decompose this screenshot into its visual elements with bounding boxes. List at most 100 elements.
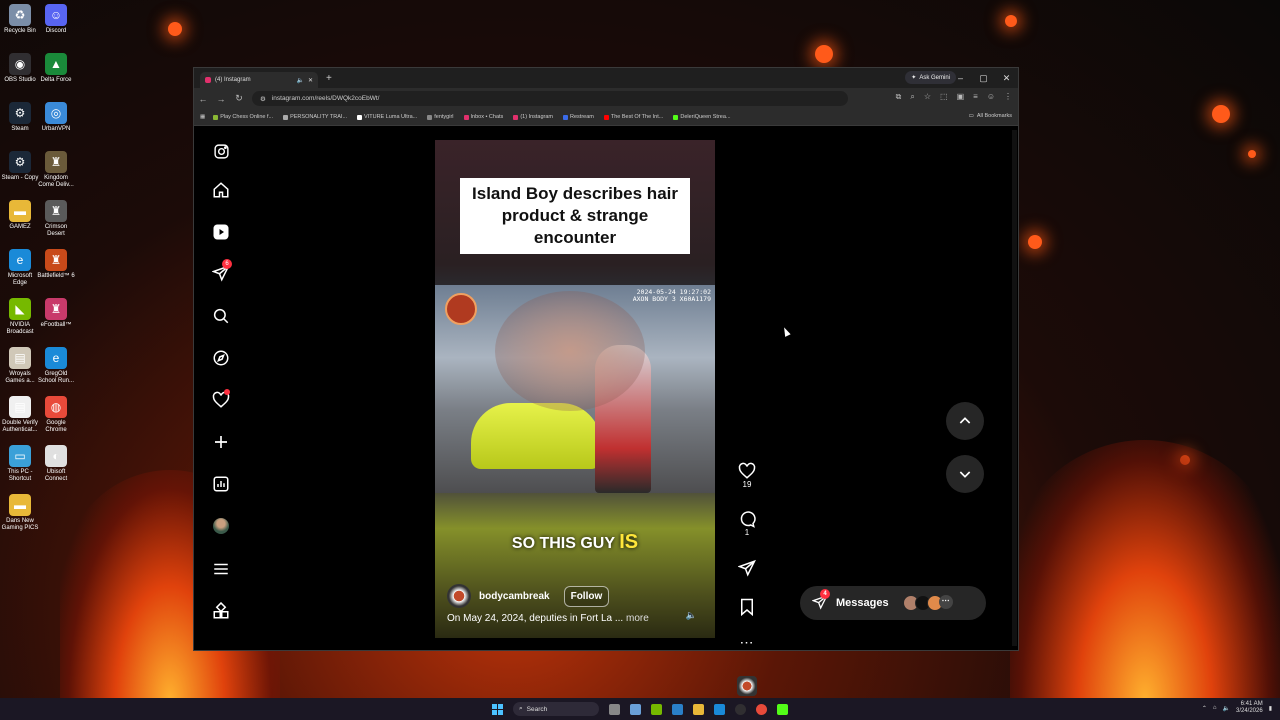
explore-icon[interactable] (210, 347, 232, 369)
menu-icon[interactable]: ⋮ (1004, 92, 1012, 102)
desktop-shortcut[interactable]: ♜ Crimson Desert (36, 200, 76, 238)
chrome-taskbar-icon[interactable] (756, 703, 767, 715)
search-icon[interactable] (210, 305, 232, 327)
obs-taskbar-icon[interactable] (735, 703, 746, 715)
messages-pill[interactable]: 4 Messages ⋯ (800, 586, 986, 620)
back-icon[interactable]: ← (194, 94, 212, 104)
reload-icon[interactable]: ↻ (230, 93, 248, 104)
notifications-icon[interactable]: ▮ (1269, 705, 1272, 712)
desktop-shortcut[interactable]: ◉ OBS Studio (0, 53, 40, 84)
reels-icon[interactable] (210, 221, 232, 243)
bookmark-item[interactable]: The Best Of The Int... (603, 114, 663, 120)
browser-tab[interactable]: (4) Instagram 🔈 ✕ (200, 72, 318, 88)
tab-audio-icon[interactable]: 🔈 (296, 77, 303, 84)
desktop-shortcut[interactable]: ▭ This PC - Shortcut (0, 445, 40, 483)
desktop-shortcut[interactable]: ⚙ Steam (0, 102, 40, 133)
bookmark-item[interactable]: DeleriQueen Strea... (673, 114, 731, 120)
more-options-icon[interactable]: ⋯ (734, 634, 760, 651)
network-icon[interactable]: ⌂ (1213, 705, 1217, 711)
media-icon[interactable]: ≡ (973, 92, 978, 102)
desktop-shortcut[interactable]: ♜ Kingdom Come Deliv... (36, 151, 76, 189)
desktop-shortcut[interactable]: ◎ UrbanVPN (36, 102, 76, 133)
edge-taskbar-icon[interactable] (714, 703, 725, 715)
more-menu-icon[interactable] (210, 558, 232, 580)
all-bookmarks[interactable]: ▭ All Bookmarks (969, 113, 1012, 119)
sidebar-icon[interactable]: ▣ (957, 92, 965, 102)
desktop-shortcut[interactable]: ▬ GAMEZ (0, 200, 40, 231)
site-info-icon[interactable]: ⚙ (260, 95, 266, 103)
home-icon[interactable] (210, 179, 232, 201)
apps-icon[interactable]: ▦ (200, 114, 205, 120)
minimize-icon[interactable]: – (949, 68, 972, 88)
author-avatar[interactable] (447, 584, 471, 608)
desktop-shortcut[interactable]: ♻ Recycle Bin (0, 4, 40, 35)
desktop-shortcut[interactable]: ▬ Dans New Gaming PICS (0, 494, 40, 532)
desktop-shortcut[interactable]: ♜ eFootball™ (36, 298, 76, 329)
clock[interactable]: 6:41 AM 3/24/2026 (1236, 701, 1263, 715)
desktop-shortcut[interactable]: ▤ Wroyals Games a... (0, 347, 40, 385)
desktop-shortcut[interactable]: e GregOld School Run... (36, 347, 76, 385)
desktop-shortcut[interactable]: e Microsoft Edge (0, 249, 40, 287)
reel-description[interactable]: On May 24, 2024, deputies in Fort La ...… (447, 613, 649, 624)
reel-video[interactable]: Island Boy describes hair product & stra… (435, 140, 715, 638)
file-explorer-icon[interactable] (693, 703, 704, 715)
zoom-icon[interactable]: ⌕ (910, 92, 914, 102)
next-reel-button[interactable] (946, 455, 984, 493)
desktop-shortcut[interactable]: ▲ Delta Force (36, 53, 76, 84)
nvidia-app-icon[interactable] (651, 703, 662, 715)
desktop-shortcut[interactable]: ☺ Discord (36, 4, 76, 35)
task-view-icon[interactable] (609, 703, 620, 715)
desktop-shortcut[interactable]: ◣ NVIDIA Broadcast (0, 298, 40, 336)
profile-avatar[interactable] (210, 515, 232, 537)
bookmark-item[interactable]: Play Chess Online f... (213, 114, 273, 120)
bookmark-item[interactable]: fentygirl (427, 114, 454, 120)
bookmark-star-icon[interactable]: ☆ (924, 92, 931, 102)
taskbar-search[interactable]: ⌕ Search (513, 702, 599, 716)
desktop-shortcut[interactable]: ◍ Google Chrome (36, 396, 76, 434)
author-username[interactable]: bodycambreak (479, 591, 550, 602)
page-scrollbar[interactable] (1012, 130, 1017, 646)
start-windows-icon[interactable] (492, 703, 503, 715)
bookmark-item[interactable]: VITURE Luma Ultra... (357, 114, 417, 120)
url-field[interactable]: ⚙ instagram.com/reels/DWQk2coEbWt/ (252, 91, 848, 106)
more-link[interactable]: more (626, 613, 649, 624)
follow-button[interactable]: Follow (563, 585, 610, 607)
bookmark-item[interactable]: PERSONALITY TRAI... (283, 114, 347, 120)
maximize-icon[interactable]: ▢ (972, 68, 995, 88)
bookmark-item[interactable]: Inbox • Chats (463, 114, 503, 120)
page-content: 6 Island Boy describes hair product & st… (194, 126, 1018, 696)
desktop-shortcut[interactable]: ▤ Double Verify Authenticat... (0, 396, 40, 434)
forward-icon[interactable]: → (212, 94, 230, 104)
tray-chevron-icon[interactable]: ⌃ (1202, 705, 1207, 712)
create-plus-icon[interactable] (210, 431, 232, 453)
desktop-shortcut-label: Steam (11, 126, 29, 132)
direct-messages-icon[interactable]: 6 (210, 259, 232, 284)
previous-reel-button[interactable] (946, 402, 984, 440)
notifications-heart-icon[interactable] (210, 389, 232, 411)
volume-icon[interactable]: 🔈 (1223, 705, 1230, 712)
comment-button[interactable]: 1 (734, 510, 760, 537)
bookmark-item[interactable]: Restream (563, 114, 594, 120)
new-tab-button[interactable]: + (326, 73, 332, 84)
profile-icon[interactable]: ☺ (987, 92, 995, 102)
system-tray: ⌃ ⌂ 🔈 6:41 AM 3/24/2026 ▮ (1202, 701, 1272, 715)
desktop-shortcut[interactable]: ◐ Ubisoft Connect (36, 445, 76, 483)
kick-taskbar-icon[interactable] (777, 703, 788, 715)
mute-toggle-icon[interactable]: 🔈 (686, 610, 697, 621)
close-window-icon[interactable]: ✕ (995, 68, 1018, 88)
desktop-shortcut[interactable]: ♜ Battlefield™ 6 (36, 249, 76, 280)
bookmark-item[interactable]: (1) Instagram (513, 114, 553, 120)
also-from-meta-icon[interactable] (210, 600, 232, 622)
steam-taskbar-icon[interactable] (672, 703, 683, 715)
audio-track-avatar[interactable] (734, 676, 760, 696)
settings-icon[interactable] (630, 703, 641, 715)
like-button[interactable]: 19 (734, 462, 760, 489)
extensions-icon[interactable]: ⬚ (940, 92, 948, 102)
share-button[interactable] (734, 559, 760, 577)
desktop-shortcut[interactable]: ⚙ Steam - Copy (0, 151, 40, 182)
dashboard-icon[interactable] (210, 473, 232, 495)
tab-close-icon[interactable]: ✕ (308, 77, 313, 84)
instagram-logo-icon[interactable] (210, 140, 232, 162)
cast-icon[interactable]: ⧉ (896, 92, 902, 102)
save-button[interactable] (734, 598, 760, 616)
